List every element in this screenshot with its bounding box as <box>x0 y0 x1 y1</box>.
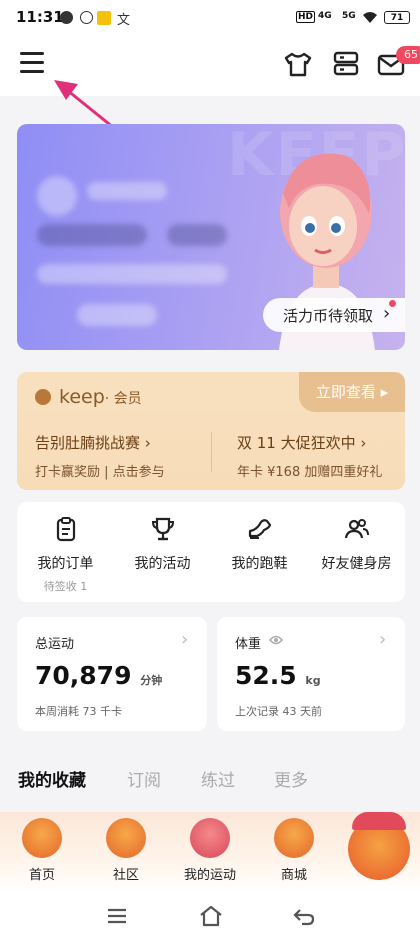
system-nav-bar <box>0 892 420 940</box>
mascot-icon <box>190 818 230 858</box>
mail-badge: 65 <box>396 46 420 64</box>
coin-claim-button[interactable]: 活力币待领取 › <box>263 298 405 332</box>
chevron-right-icon: › <box>379 629 387 650</box>
tab-more[interactable]: 更多 <box>274 766 308 791</box>
network-4g: 4G <box>318 11 332 21</box>
weight-value: 52.5 kg <box>235 661 321 690</box>
weight-card[interactable]: 体重 › 52.5 kg 上次记录 43 天前 <box>217 617 405 731</box>
card-title: 体重 <box>235 637 262 652</box>
coin-claim-label: 活力币待领取 <box>283 307 374 325</box>
back-icon[interactable] <box>292 906 316 926</box>
tshirt-icon[interactable] <box>283 50 313 78</box>
red-dot <box>389 300 396 307</box>
eye-icon[interactable] <box>269 635 283 645</box>
weight-unit: kg <box>305 674 321 687</box>
device-icon[interactable] <box>331 50 361 78</box>
promo-subtitle: 年卡 ¥168 加赠四重好礼 <box>237 465 383 480</box>
quick-item-shoes[interactable]: 我的跑鞋 <box>211 516 308 573</box>
quick-item-orders[interactable]: 我的订单 待签收 1 <box>17 516 114 594</box>
translate-icon: 文 <box>117 13 131 28</box>
mascot-icon <box>106 818 146 858</box>
vip-card[interactable]: keep· 会员 立即查看 ▸ 告别肚腩挑战赛 › 打卡赢奖励 | 点击参与 双… <box>17 372 405 490</box>
diamond-icon <box>35 389 51 405</box>
tab-mall[interactable]: 商城 <box>252 818 336 883</box>
chevron-right-icon: › <box>181 629 189 650</box>
chat-notification-icon <box>60 11 73 24</box>
mascot-icon <box>22 818 62 858</box>
clipboard-icon <box>56 517 75 542</box>
tab-practiced[interactable]: 练过 <box>201 766 235 791</box>
quick-item-friends-gym[interactable]: 好友健身房 <box>308 516 405 573</box>
blurred-avatar <box>37 176 77 216</box>
exercise-card[interactable]: 总运动 › 70,879 分钟 本周消耗 73 千卡 <box>17 617 207 731</box>
tab-label: 商城 <box>280 868 307 883</box>
blurred-bar <box>37 264 227 284</box>
divider <box>211 432 212 472</box>
recent-apps-icon[interactable] <box>106 908 128 924</box>
network-5g: 5G <box>342 11 356 21</box>
quick-item-activities[interactable]: 我的活动 <box>114 516 211 573</box>
promo-item[interactable]: 告别肚腩挑战赛 › 打卡赢奖励 | 点击参与 <box>35 432 165 480</box>
meituan-notification-icon <box>97 11 111 25</box>
quick-item-sub: 待签收 1 <box>43 580 88 593</box>
blurred-bar <box>77 304 157 326</box>
promo-title: 双 11 大促狂欢中 › <box>237 434 367 452</box>
promo-title: 告别肚腩挑战赛 › <box>35 434 151 452</box>
tab-subscriptions[interactable]: 订阅 <box>127 766 161 791</box>
card-subtitle: 上次记录 43 天前 <box>235 705 322 718</box>
home-icon[interactable] <box>199 905 223 927</box>
tab-my-sports[interactable]: 我的运动 <box>168 818 252 883</box>
status-bar: 11:31 文 HD 4G 5G 71 <box>0 0 420 36</box>
tab-label: 社区 <box>112 868 139 883</box>
shoe-icon <box>248 519 271 539</box>
wifi-icon <box>363 12 377 23</box>
tab-label: 我的运动 <box>183 868 236 883</box>
mascot-icon <box>274 818 314 858</box>
app-notification-icon <box>80 11 93 24</box>
vip-logo: keep· 会员 <box>35 386 142 408</box>
exercise-value: 70,879 分钟 <box>35 661 163 690</box>
tab-favorites[interactable]: 我的收藏 <box>18 766 86 791</box>
quick-item-label: 好友健身房 <box>321 556 392 572</box>
quick-actions: 我的订单 待签收 1 我的活动 我的跑鞋 好友健身房 <box>17 502 405 602</box>
promo-subtitle: 打卡赢奖励 | 点击参与 <box>35 465 165 480</box>
blurred-text <box>37 224 147 246</box>
quick-item-label: 我的活动 <box>134 556 191 572</box>
promo-item[interactable]: 双 11 大促狂欢中 › 年卡 ¥168 加赠四重好礼 <box>237 432 382 480</box>
exercise-unit: 分钟 <box>140 674 163 687</box>
hd-icon: HD <box>296 11 316 23</box>
status-time: 11:31 <box>16 8 64 26</box>
tab-label: 首页 <box>28 868 55 883</box>
friends-icon <box>344 519 369 539</box>
quick-item-label: 我的订单 <box>37 556 94 572</box>
chevron-right-icon: › <box>383 303 391 324</box>
blurred-text <box>167 224 227 246</box>
quick-item-label: 我的跑鞋 <box>231 556 288 572</box>
tab-home[interactable]: 首页 <box>0 818 84 883</box>
trophy-icon <box>151 517 174 541</box>
battery-icon: 71 <box>384 11 410 24</box>
card-title: 总运动 <box>35 637 75 652</box>
vip-view-button[interactable]: 立即查看 ▸ <box>299 372 405 412</box>
content-tabs: 我的收藏 订阅 练过 更多 <box>0 760 420 796</box>
tab-community[interactable]: 社区 <box>84 818 168 883</box>
mascot-hat <box>352 812 406 830</box>
blurred-name <box>87 182 167 200</box>
card-subtitle: 本周消耗 73 千卡 <box>35 705 122 718</box>
